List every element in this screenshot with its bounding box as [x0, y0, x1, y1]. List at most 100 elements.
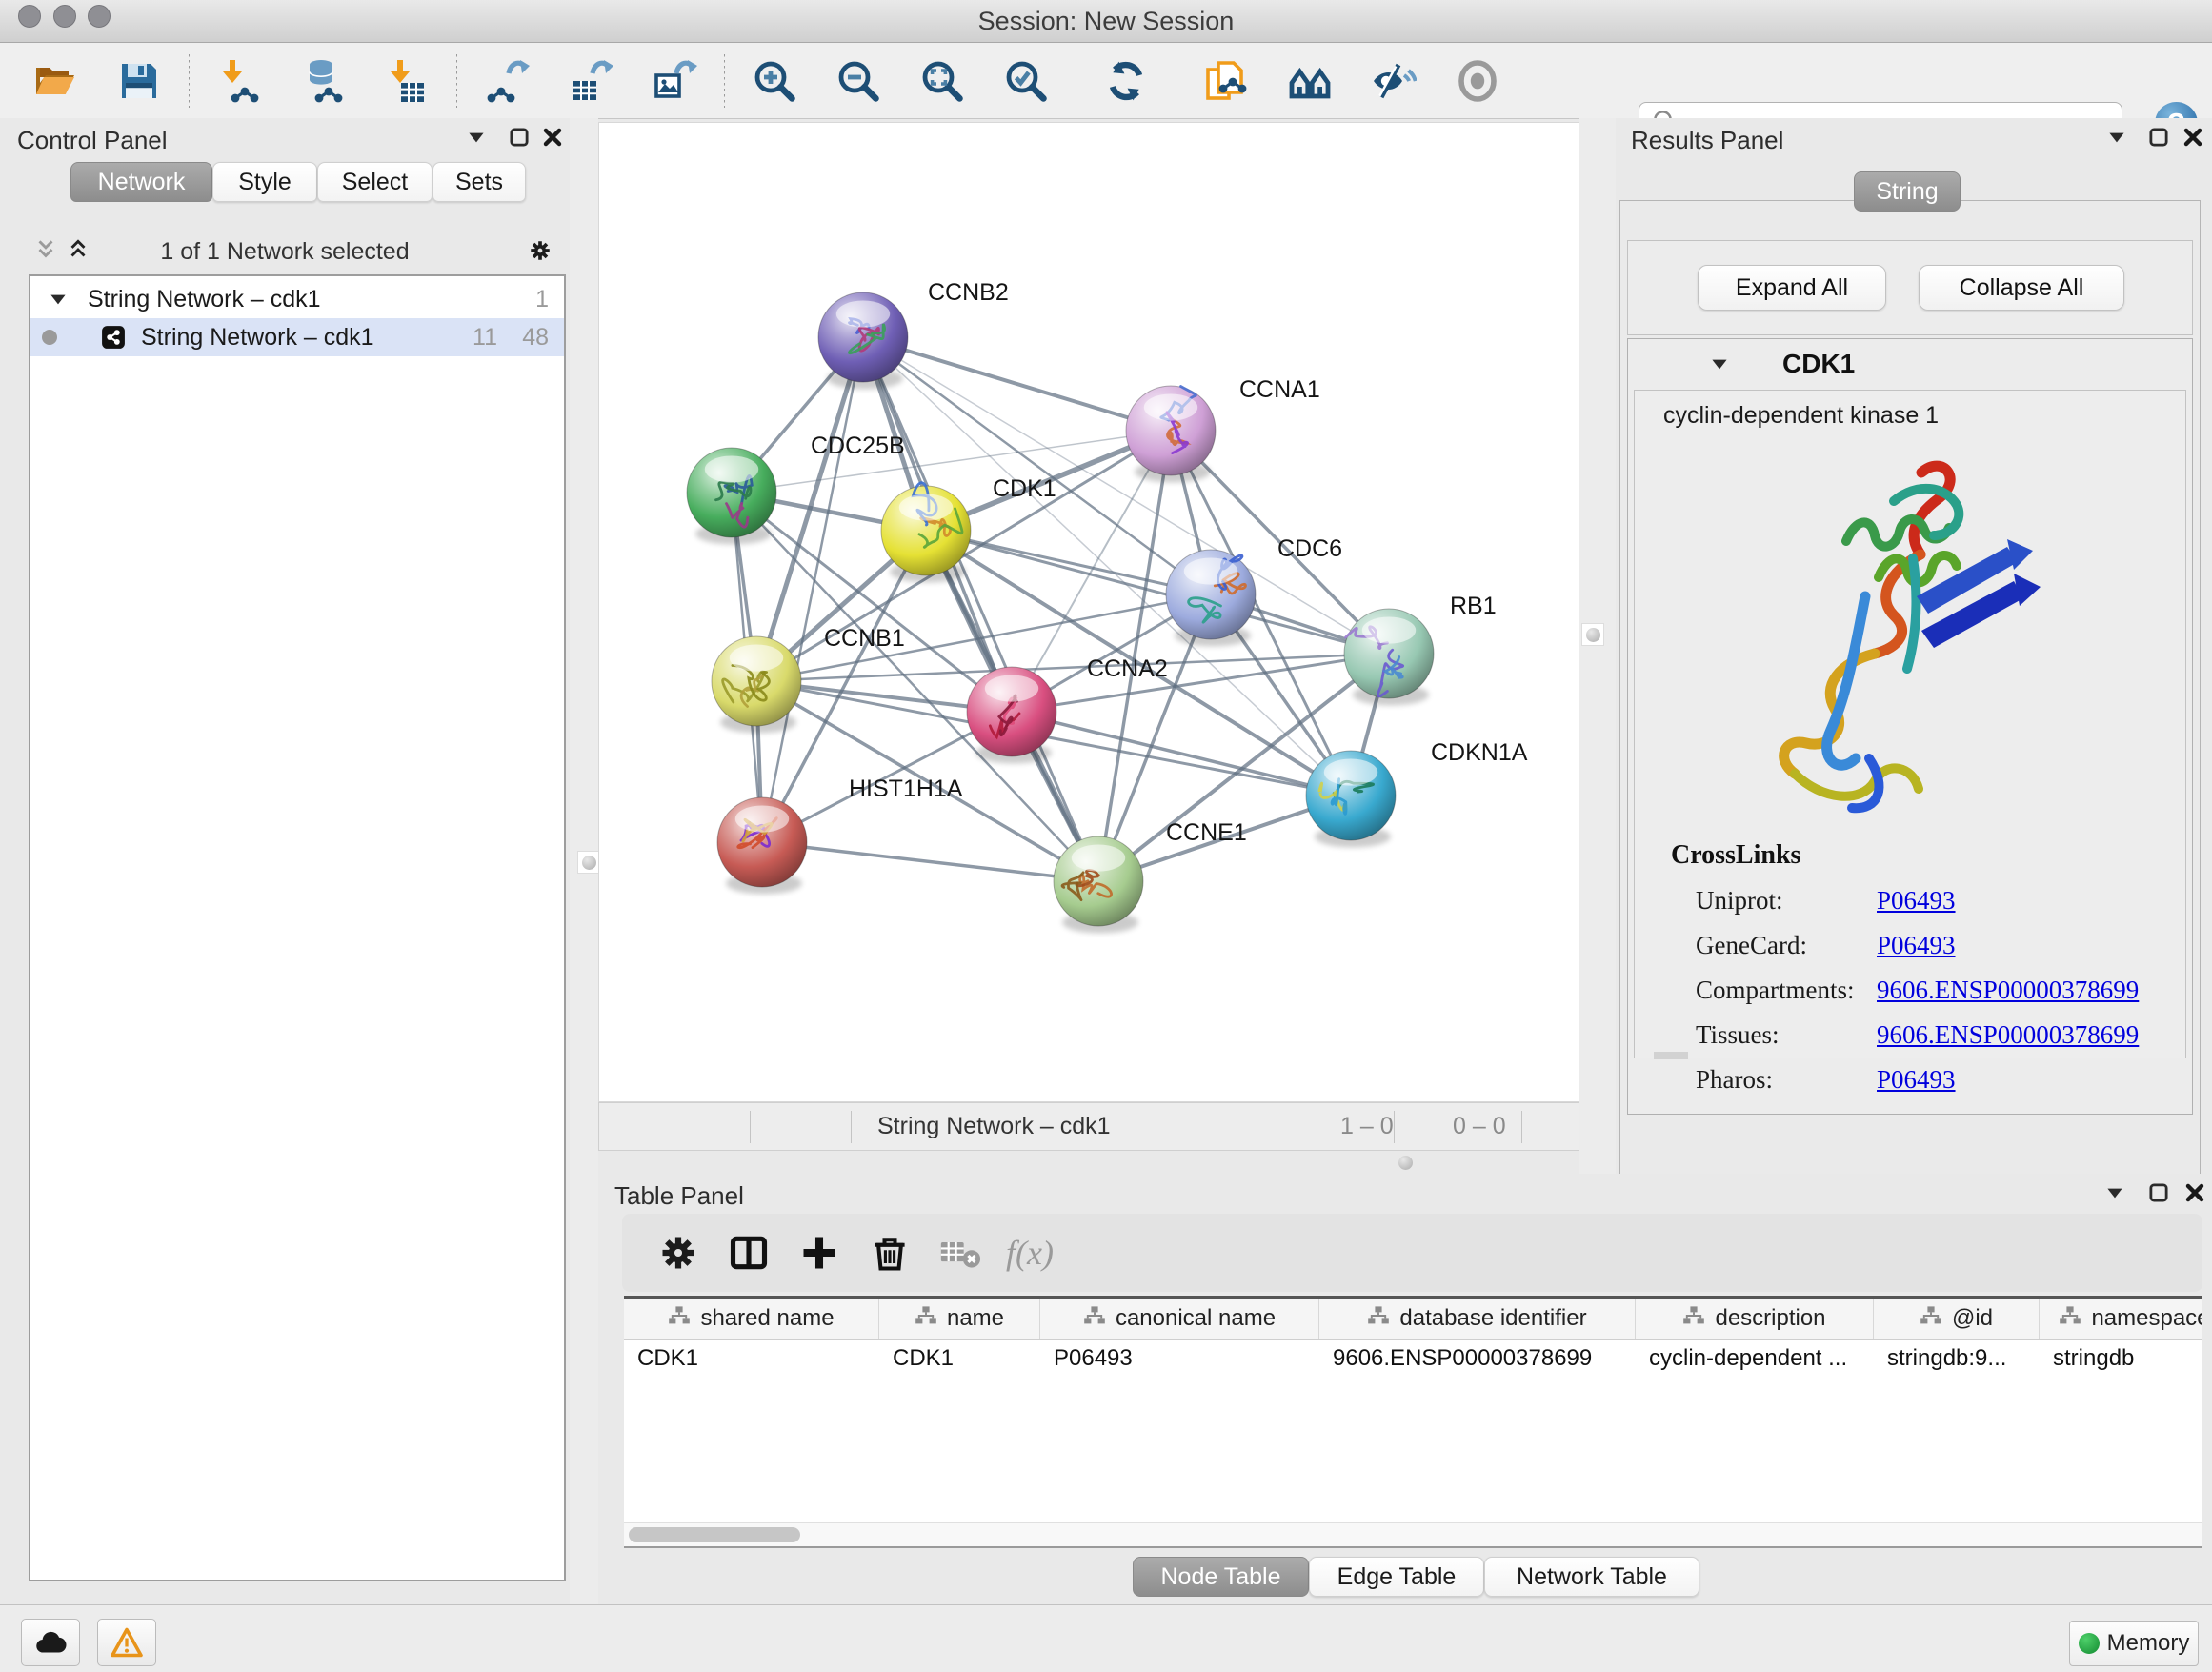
right-splitter-grip[interactable] [1581, 623, 1604, 646]
open-file-icon[interactable] [30, 56, 80, 106]
horizontal-splitter-grip[interactable] [1395, 1152, 1416, 1173]
import-network-from-file-icon[interactable] [214, 56, 264, 106]
network-edge[interactable] [863, 337, 1171, 431]
crosslink-link[interactable]: 9606.ENSP00000378699 [1877, 976, 2139, 1005]
table-options-gear-icon[interactable] [654, 1228, 703, 1278]
table-panel-close-icon[interactable] [2182, 1179, 2208, 1206]
zoom-fit-content-icon[interactable] [917, 56, 967, 106]
collapse-all-button[interactable]: Collapse All [1919, 265, 2124, 311]
network-collection-row[interactable]: String Network – cdk1 1 [30, 280, 564, 318]
table-row[interactable]: CDK1CDK1P064939606.ENSP00000378699cyclin… [624, 1340, 2202, 1378]
window-maximize-button[interactable] [88, 5, 111, 28]
left-splitter-grip[interactable] [577, 851, 600, 874]
cell-description[interactable]: cyclin-dependent ... [1636, 1340, 1874, 1378]
show-graphics-details-icon[interactable] [1453, 56, 1502, 106]
expand-all-button[interactable]: Expand All [1698, 265, 1886, 311]
warning-icon[interactable] [97, 1619, 156, 1666]
cell-namespace[interactable]: stringdb [2040, 1340, 2202, 1378]
node-CDK1[interactable] [881, 483, 971, 583]
results-panel-maximize-icon[interactable] [2145, 124, 2172, 151]
horizontal-splitter[interactable] [598, 1151, 1579, 1174]
cell-canonical-name[interactable]: P06493 [1040, 1340, 1319, 1378]
column-header-description[interactable]: description [1636, 1299, 1874, 1339]
node-CDKN1A[interactable] [1306, 751, 1396, 848]
crosslink-link[interactable]: 9606.ENSP00000378699 [1877, 1020, 2139, 1050]
network-edge[interactable] [762, 842, 1098, 881]
cell--id[interactable]: stringdb:9... [1874, 1340, 2040, 1378]
column-header-shared-name[interactable]: shared name [624, 1299, 879, 1339]
scrollbar-thumb[interactable] [629, 1527, 800, 1542]
node-CCNB1[interactable] [712, 636, 801, 734]
network-options-gear-icon[interactable] [524, 234, 556, 267]
tab-string[interactable]: String [1854, 171, 1961, 212]
node-RB1[interactable] [1344, 609, 1434, 706]
window-close-button[interactable] [18, 5, 41, 28]
zoom-out-icon[interactable] [834, 56, 883, 106]
right-splitter[interactable] [1579, 118, 1618, 1174]
table-panel-float-icon[interactable] [2101, 1179, 2128, 1206]
cloud-icon[interactable] [21, 1619, 80, 1666]
tab-network[interactable]: Network [70, 162, 212, 202]
tab-edge-table[interactable]: Edge Table [1309, 1557, 1484, 1597]
crosslink-link[interactable]: P06493 [1877, 931, 1956, 960]
network-edge[interactable] [762, 337, 863, 842]
section-collapse-icon[interactable] [1706, 351, 1733, 377]
crosslinks-scrollbar[interactable] [1654, 1052, 1688, 1059]
node-CCNA2[interactable] [967, 667, 1056, 764]
table-panel-maximize-icon[interactable] [2145, 1179, 2172, 1206]
cell-shared-name[interactable]: CDK1 [624, 1340, 879, 1378]
string-network-graph[interactable]: CCNB2CCNA1CDC25BCDK1CDC6RB1CCNB1CCNA2CDK… [599, 123, 1580, 1103]
control-panel-close-icon[interactable] [539, 124, 566, 151]
column-header--id[interactable]: @id [1874, 1299, 2040, 1339]
new-network-from-selection-icon[interactable] [1201, 56, 1251, 106]
column-header-database-identifier[interactable]: database identifier [1319, 1299, 1636, 1339]
network-row-selected[interactable]: String Network – cdk1 11 48 [30, 318, 564, 356]
results-panel-close-icon[interactable] [2180, 124, 2206, 151]
cdk1-section-header[interactable]: CDK1 [1628, 339, 2192, 389]
column-header-namespace[interactable]: namespace [2040, 1299, 2202, 1339]
control-panel-maximize-icon[interactable] [506, 124, 533, 151]
tab-node-table[interactable]: Node Table [1133, 1557, 1309, 1597]
apply-preferred-layout-icon[interactable] [1101, 56, 1151, 106]
zoom-in-icon[interactable] [750, 56, 799, 106]
column-header-name[interactable]: name [879, 1299, 1040, 1339]
export-network-icon[interactable] [482, 56, 532, 106]
tab-select[interactable]: Select [317, 162, 432, 202]
control-panel-float-icon[interactable] [463, 124, 490, 151]
node-HIST1H1A[interactable] [717, 797, 807, 895]
memory-button[interactable]: Memory [2069, 1621, 2199, 1666]
hide-graphics-details-icon[interactable] [1369, 56, 1418, 106]
tab-style[interactable]: Style [212, 162, 317, 202]
collection-expand-icon[interactable] [42, 286, 74, 312]
export-image-icon[interactable] [650, 56, 699, 106]
node-CCNB2[interactable] [818, 292, 908, 390]
import-table-from-file-icon[interactable] [382, 56, 432, 106]
node-CDC6[interactable] [1166, 550, 1256, 647]
crosslink-link[interactable]: P06493 [1877, 1065, 1956, 1095]
window-minimize-button[interactable] [53, 5, 76, 28]
column-header-canonical-name[interactable]: canonical name [1040, 1299, 1319, 1339]
node-CCNA1[interactable] [1126, 386, 1216, 483]
cell-database-identifier[interactable]: 9606.ENSP00000378699 [1319, 1340, 1636, 1378]
crosslink-link[interactable]: P06493 [1877, 886, 1956, 916]
results-panel-float-icon[interactable] [2103, 124, 2130, 151]
zoom-selected-icon[interactable] [1001, 56, 1051, 106]
cell-name[interactable]: CDK1 [879, 1340, 1040, 1378]
node-label-CDK1: CDK1 [993, 475, 1056, 502]
double-house-icon[interactable] [1285, 56, 1335, 106]
tab-sets[interactable]: Sets [432, 162, 526, 202]
show-columns-icon[interactable] [724, 1228, 774, 1278]
export-table-icon[interactable] [566, 56, 615, 106]
left-splitter[interactable] [570, 118, 598, 1604]
node-label-RB1: RB1 [1450, 593, 1497, 619]
save-session-icon[interactable] [114, 56, 164, 106]
node-CCNE1[interactable] [1054, 836, 1143, 934]
tab-network-table[interactable]: Network Table [1484, 1557, 1699, 1597]
table-horizontal-scrollbar[interactable] [624, 1522, 2202, 1546]
import-network-from-database-icon[interactable] [298, 56, 348, 106]
node-label-CCNA2: CCNA2 [1087, 655, 1168, 682]
node-CDC25B[interactable] [687, 448, 776, 545]
delete-column-trash-icon[interactable] [865, 1228, 915, 1278]
network-view-canvas[interactable]: CCNB2CCNA1CDC25BCDK1CDC6RB1CCNB1CCNA2CDK… [598, 122, 1579, 1102]
add-column-icon[interactable] [794, 1228, 844, 1278]
